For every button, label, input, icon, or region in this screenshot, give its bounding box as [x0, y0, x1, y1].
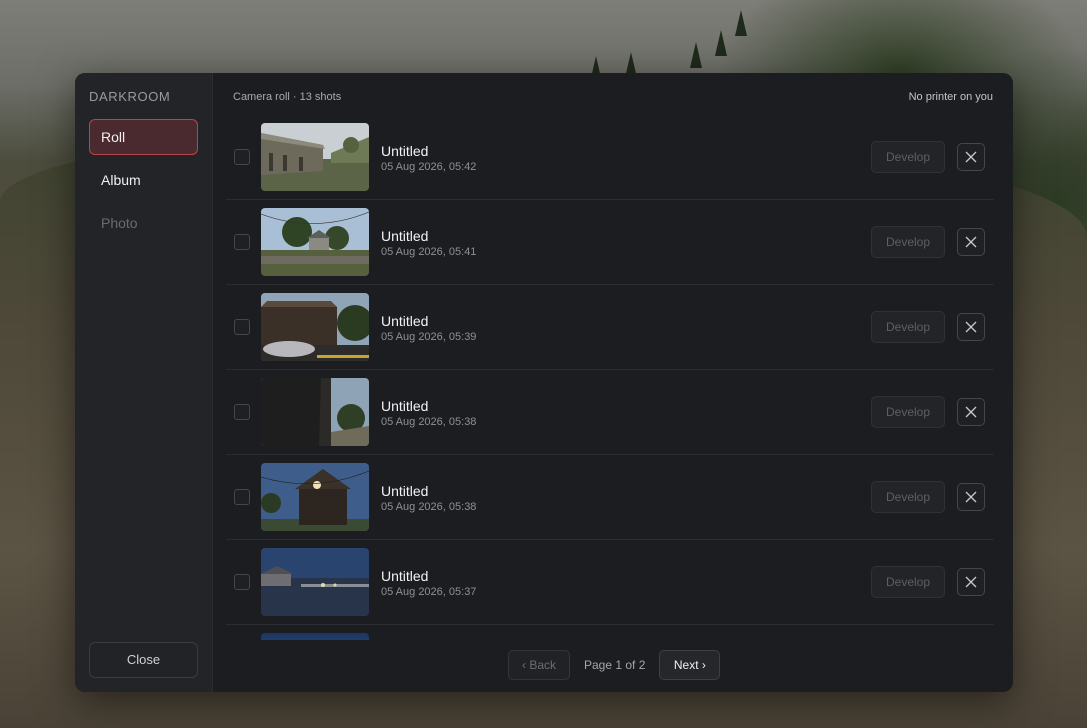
photo-thumbnail[interactable] [261, 293, 369, 361]
list-item: Untitled 05 Aug 2026, 05:38 Develop [226, 455, 994, 540]
close-x-icon [965, 406, 977, 418]
roll-count-label: Camera roll · 13 shots [233, 91, 342, 103]
next-button[interactable]: Next › [659, 650, 721, 680]
photo-title: Untitled [381, 313, 429, 329]
main-header: Camera roll · 13 shots No printer on you [233, 91, 993, 107]
delete-button[interactable] [957, 398, 985, 426]
close-x-icon [965, 321, 977, 333]
select-checkbox[interactable] [234, 319, 250, 335]
list-item [226, 625, 994, 640]
background-tree [690, 42, 702, 68]
photo-title: Untitled [381, 483, 429, 499]
main-panel: Camera roll · 13 shots No printer on you [213, 73, 1013, 692]
darkroom-modal: DARKROOM Roll Album Photo Close Camera r… [75, 73, 1013, 692]
background-tree [715, 30, 727, 56]
list-item: Untitled 05 Aug 2026, 05:37 Develop [226, 540, 994, 625]
sidebar-item-album[interactable]: Album [89, 162, 198, 198]
delete-button[interactable] [957, 228, 985, 256]
close-button[interactable]: Close [89, 642, 198, 678]
close-x-icon [965, 576, 977, 588]
delete-button[interactable] [957, 313, 985, 341]
photo-title: Untitled [381, 398, 429, 414]
printer-status: No printer on you [908, 91, 993, 103]
develop-button[interactable]: Develop [871, 481, 945, 513]
develop-button[interactable]: Develop [871, 141, 945, 173]
sidebar: DARKROOM Roll Album Photo Close [75, 73, 213, 692]
develop-button[interactable]: Develop [871, 566, 945, 598]
back-button[interactable]: ‹ Back [508, 650, 570, 680]
photo-title: Untitled [381, 568, 429, 584]
delete-button[interactable] [957, 143, 985, 171]
background-tree [735, 10, 747, 36]
photo-thumbnail[interactable] [261, 208, 369, 276]
select-checkbox[interactable] [234, 234, 250, 250]
close-x-icon [965, 151, 977, 163]
list-item: Untitled 05 Aug 2026, 05:42 Develop [226, 115, 994, 200]
photo-date: 05 Aug 2026, 05:41 [381, 246, 477, 258]
sidebar-item-roll[interactable]: Roll [89, 119, 198, 155]
photo-title: Untitled [381, 228, 429, 244]
close-x-icon [965, 491, 977, 503]
sidebar-item-photo[interactable]: Photo [89, 205, 198, 241]
app-title: DARKROOM [89, 89, 171, 104]
photo-date: 05 Aug 2026, 05:42 [381, 161, 477, 173]
photo-thumbnail[interactable] [261, 463, 369, 531]
photo-thumbnail[interactable] [261, 378, 369, 446]
develop-button[interactable]: Develop [871, 396, 945, 428]
close-x-icon [965, 236, 977, 248]
pagination: ‹ Back Page 1 of 2 Next › [508, 650, 721, 680]
develop-button[interactable]: Develop [871, 226, 945, 258]
list-item: Untitled 05 Aug 2026, 05:39 Develop [226, 285, 994, 370]
photo-thumbnail[interactable] [261, 548, 369, 616]
select-checkbox[interactable] [234, 404, 250, 420]
photo-list: Untitled 05 Aug 2026, 05:42 Develop Unti… [226, 115, 994, 640]
photo-date: 05 Aug 2026, 05:39 [381, 331, 477, 343]
photo-date: 05 Aug 2026, 05:38 [381, 501, 477, 513]
photo-date: 05 Aug 2026, 05:37 [381, 586, 477, 598]
delete-button[interactable] [957, 568, 985, 596]
photo-title: Untitled [381, 143, 429, 159]
develop-button[interactable]: Develop [871, 311, 945, 343]
list-item: Untitled 05 Aug 2026, 05:41 Develop [226, 200, 994, 285]
select-checkbox[interactable] [234, 489, 250, 505]
photo-thumbnail[interactable] [261, 123, 369, 191]
select-checkbox[interactable] [234, 574, 250, 590]
page-indicator: Page 1 of 2 [584, 658, 646, 672]
photo-thumbnail[interactable] [261, 633, 369, 640]
list-item: Untitled 05 Aug 2026, 05:38 Develop [226, 370, 994, 455]
select-checkbox[interactable] [234, 149, 250, 165]
delete-button[interactable] [957, 483, 985, 511]
photo-date: 05 Aug 2026, 05:38 [381, 416, 477, 428]
